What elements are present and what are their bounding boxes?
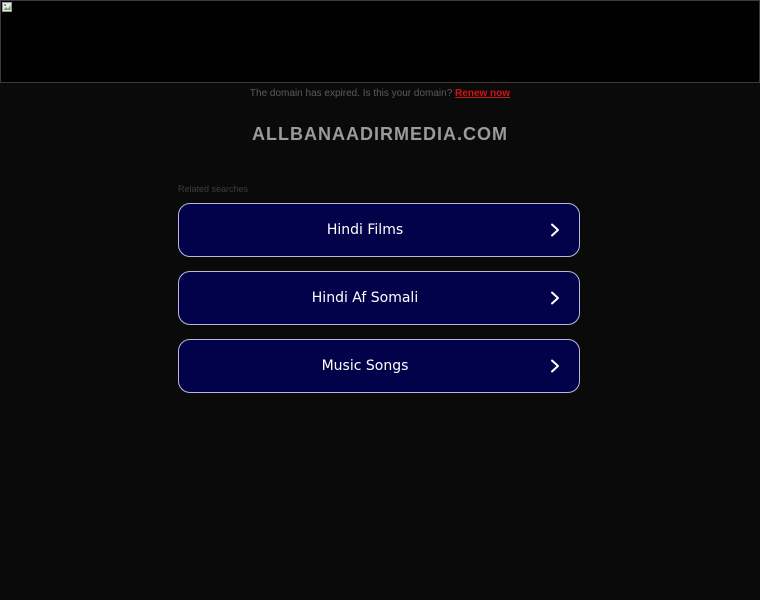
domain-title: ALLBANAADIRMEDIA.COM <box>252 124 508 144</box>
renew-now-link[interactable]: Renew now <box>455 88 510 99</box>
related-search-music-songs-button[interactable]: Music Songs <box>178 339 580 393</box>
broken-image-icon <box>2 2 12 12</box>
related-search-label: Hindi Films <box>326 222 404 238</box>
top-banner <box>0 0 760 83</box>
chevron-right-icon <box>551 223 559 237</box>
related-search-hindi-af-somali-button[interactable]: Hindi Af Somali <box>178 271 580 325</box>
related-search-hindi-films-button[interactable]: Hindi Films <box>178 203 580 257</box>
domain-expired-notice: The domain has expired. Is this your dom… <box>0 88 760 99</box>
chevron-right-icon <box>551 359 559 373</box>
expired-message: The domain has expired. Is this your dom… <box>249 88 453 99</box>
chevron-right-icon <box>551 291 559 305</box>
related-search-label: Music Songs <box>321 358 409 374</box>
related-searches-label: Related searches <box>178 184 249 194</box>
related-search-label: Hindi Af Somali <box>311 290 419 306</box>
